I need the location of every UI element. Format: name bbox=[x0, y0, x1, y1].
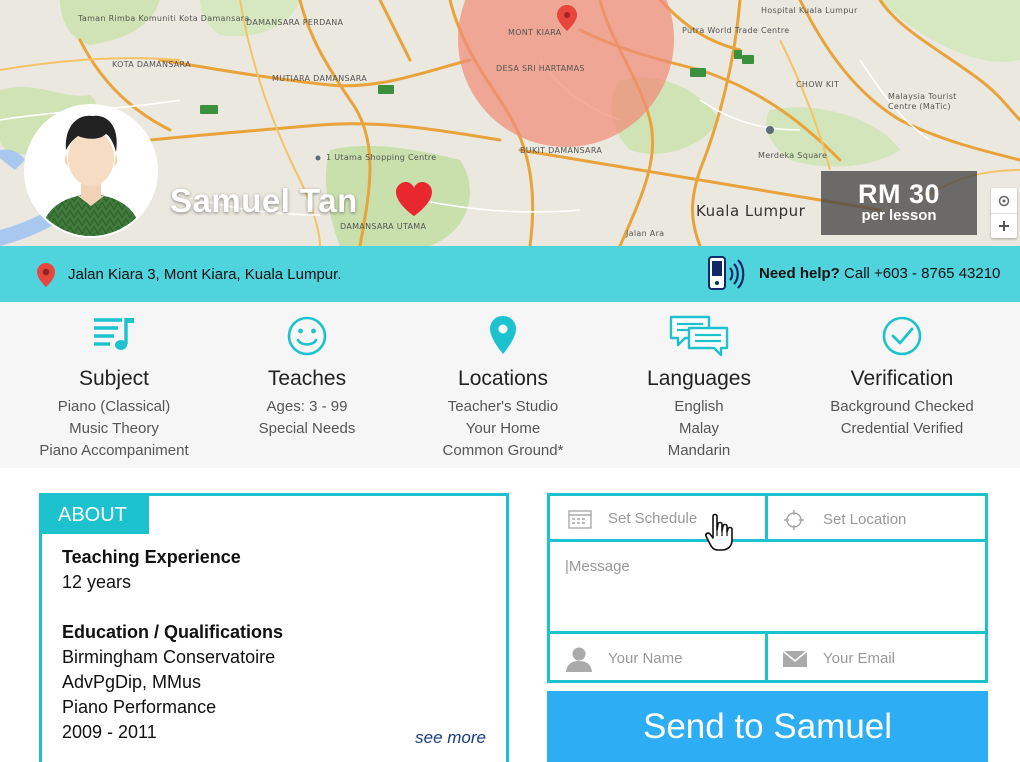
map-label-damansara-perdana: DAMANSARA PERDANA bbox=[246, 18, 344, 27]
location-placeholder: Set Location bbox=[823, 511, 907, 528]
plus-icon bbox=[999, 221, 1009, 231]
music-list-icon bbox=[94, 318, 134, 350]
map[interactable]: Taman Rimba Komuniti Kota Damansara KOTA… bbox=[0, 0, 1020, 246]
feature-languages: Languages English Malay Mandarin bbox=[599, 314, 799, 462]
features-section: Subject Piano (Classical) Music Theory P… bbox=[0, 302, 1020, 468]
map-locate-button[interactable] bbox=[991, 188, 1017, 213]
map-label-chow-kit: CHOW KIT bbox=[796, 80, 840, 89]
map-label-desa-sri-hartamas: DESA SRI HARTAMAS bbox=[496, 64, 585, 73]
map-label-damansara-utama: DAMANSARA UTAMA bbox=[340, 222, 427, 231]
feature-item: Piano (Classical) bbox=[57, 398, 171, 415]
experience-value: 12 years bbox=[62, 572, 132, 592]
map-label-mont-kiara: MONT KIARA bbox=[508, 28, 562, 37]
education-line: Piano Performance bbox=[62, 697, 217, 717]
locate-icon bbox=[998, 195, 1010, 206]
avatar bbox=[26, 106, 156, 236]
message-field[interactable]: |Message bbox=[547, 539, 988, 634]
info-bar: Jalan Kiara 3, Mont Kiara, Kuala Lumpur.… bbox=[0, 246, 1020, 302]
calendar-icon bbox=[568, 510, 592, 529]
crosshair-icon bbox=[784, 510, 804, 530]
phone-icon bbox=[708, 256, 745, 290]
contact-form: Set Schedule Set Location |Message Your … bbox=[547, 493, 988, 683]
feature-item: Teacher's Studio bbox=[447, 398, 559, 415]
education-line: 2009 - 2011 bbox=[62, 722, 157, 742]
education-line: Birmingham Conservatoire bbox=[62, 647, 276, 667]
envelope-icon bbox=[782, 650, 808, 667]
education-line: AdvPgDip, MMus bbox=[62, 672, 202, 692]
schedule-placeholder: Set Schedule bbox=[608, 510, 698, 527]
map-pin-icon bbox=[490, 316, 516, 354]
email-field[interactable]: Your Email bbox=[765, 631, 988, 683]
map-zoom-control bbox=[991, 188, 1017, 238]
location-field[interactable]: Set Location bbox=[765, 493, 988, 542]
about-body: Teaching Experience 12 years Education /… bbox=[62, 545, 283, 745]
map-label-jalan-ara: Jalan Ara bbox=[626, 229, 665, 238]
feature-subject: Subject Piano (Classical) Music Theory P… bbox=[14, 314, 214, 462]
help-contact-text: Need help? Call +603 - 8765 43210 bbox=[759, 265, 1000, 282]
feature-item: English bbox=[674, 398, 724, 415]
feature-item: Ages: 3 - 99 bbox=[266, 398, 348, 415]
about-tag: ABOUT bbox=[42, 496, 149, 534]
avatar-illustration bbox=[26, 106, 156, 236]
send-button[interactable]: Send to Samuel bbox=[547, 691, 988, 762]
help-label: Need help? bbox=[759, 265, 840, 282]
map-label-taman-rimba: Taman Rimba Komuniti Kota Damansara bbox=[78, 14, 250, 23]
education-heading: Education / Qualifications bbox=[62, 622, 284, 642]
feature-verification: Verification Background Checked Credenti… bbox=[802, 314, 1002, 440]
hand-cursor-icon bbox=[705, 513, 733, 551]
help-phone-text: Call +603 - 8765 43210 bbox=[839, 265, 1001, 282]
map-zoom-in-button[interactable] bbox=[991, 213, 1017, 238]
location-pin-icon bbox=[37, 263, 55, 287]
email-placeholder: Your Email bbox=[823, 650, 895, 667]
price-amount: RM 30 bbox=[857, 179, 941, 209]
feature-title: Subject bbox=[78, 367, 150, 390]
name-placeholder: Your Name bbox=[608, 650, 683, 667]
feature-item: Piano Accompaniment bbox=[39, 442, 189, 459]
check-circle-icon bbox=[882, 316, 922, 356]
feature-item: Background Checked bbox=[830, 398, 974, 415]
map-label-mutiara-damansara: MUTIARA DAMANSARA bbox=[272, 74, 368, 83]
feature-item: Common Ground* bbox=[442, 442, 564, 459]
map-label-hospital-kl: Hospital Kuala Lumpur bbox=[761, 6, 858, 15]
smiley-icon bbox=[287, 316, 327, 356]
feature-item: Music Theory bbox=[69, 420, 159, 437]
about-card: ABOUT Teaching Experience 12 years Educa… bbox=[39, 493, 509, 762]
feature-title: Locations bbox=[458, 367, 548, 390]
user-icon bbox=[566, 647, 592, 672]
feature-item: Credential Verified bbox=[840, 420, 964, 437]
speech-bubbles-icon bbox=[669, 315, 729, 357]
experience-heading: Teaching Experience bbox=[62, 547, 241, 567]
price-unit: per lesson bbox=[861, 207, 937, 224]
message-placeholder: |Message bbox=[565, 558, 630, 575]
feature-teaches: Teaches Ages: 3 - 99 Special Needs bbox=[207, 314, 407, 440]
map-label-one-utama: 1 Utama Shopping Centre bbox=[326, 153, 437, 162]
map-label-kuala-lumpur: Kuala Lumpur bbox=[696, 202, 806, 220]
map-label-putra-wtc: Putra World Trade Centre bbox=[682, 26, 790, 35]
feature-title: Verification bbox=[850, 367, 954, 390]
feature-item: Your Home bbox=[465, 420, 541, 437]
feature-item: Special Needs bbox=[258, 420, 356, 437]
feature-title: Teaches bbox=[267, 367, 347, 390]
profile-name: Samuel Tan bbox=[170, 182, 358, 219]
address-text: Jalan Kiara 3, Mont Kiara, Kuala Lumpur. bbox=[68, 266, 342, 283]
feature-locations: Locations Teacher's Studio Your Home Com… bbox=[403, 314, 603, 462]
price-badge: RM 30 per lesson bbox=[821, 171, 977, 235]
feature-item: Mandarin bbox=[667, 442, 731, 459]
map-label-matic: Malaysia Tourist Centre (MaTic) bbox=[888, 92, 957, 111]
map-label-merdeka-square: Merdeka Square bbox=[758, 151, 828, 160]
see-more-link[interactable]: see more bbox=[415, 728, 486, 748]
feature-title: Languages bbox=[647, 367, 751, 390]
map-label-kota-damansara: KOTA DAMANSARA bbox=[112, 60, 191, 69]
favorite-heart-icon[interactable] bbox=[394, 181, 434, 217]
name-field[interactable]: Your Name bbox=[547, 631, 768, 683]
map-label-bukit-damansara: BUKIT DAMANSARA bbox=[520, 146, 603, 155]
feature-item: Malay bbox=[678, 420, 719, 437]
